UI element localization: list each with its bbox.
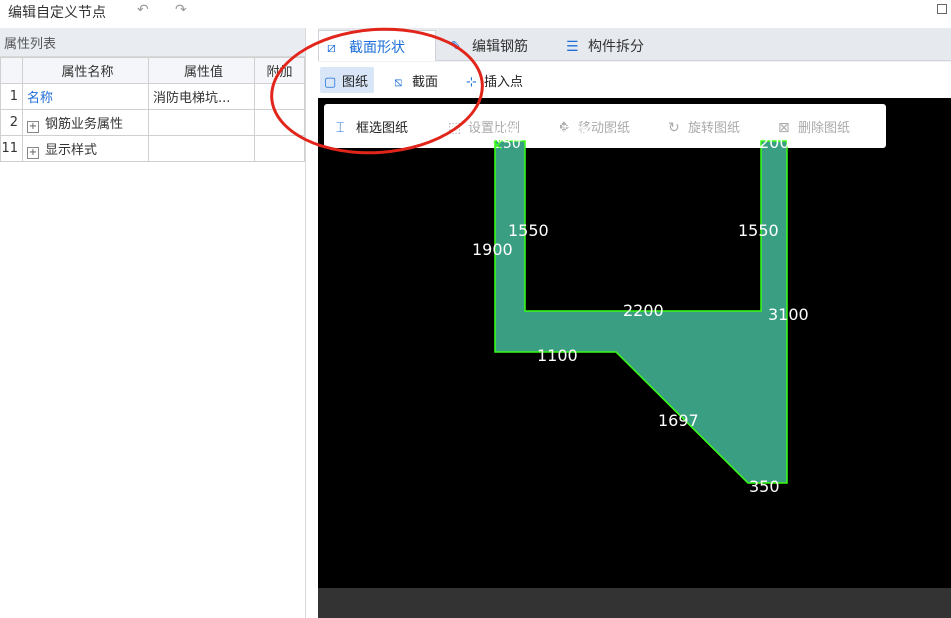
expand-icon[interactable]: +: [27, 120, 39, 133]
canvas-status-strip: [318, 588, 951, 618]
property-value[interactable]: 消防电梯坑...: [148, 83, 255, 110]
property-name: 钢筋业务属性: [45, 116, 124, 132]
section-drawing: (插入点标高: -4.25) 250 200 1550 1900 1550 22…: [472, 124, 809, 496]
tab-label: 构件拆分: [588, 39, 644, 55]
dim-right-inner-height: 1550: [738, 221, 779, 240]
property-value[interactable]: [148, 135, 255, 162]
row-number: 11: [0, 135, 23, 162]
tab-component-split[interactable]: ☰ 构件拆分: [558, 30, 674, 61]
tab-label: 编辑钢筋: [472, 39, 528, 55]
insert-point-marker-icon: ✕: [492, 139, 503, 154]
dim-slope-length: 1697: [658, 411, 699, 430]
component-split-icon: ☰: [566, 39, 579, 55]
window-title: 编辑自定义节点: [8, 5, 106, 21]
property-name-cell[interactable]: + 钢筋业务属性: [22, 109, 149, 136]
property-panel-header: 属性列表: [0, 28, 305, 57]
insert-point-label: 插入点: [484, 75, 524, 90]
maximize-icon[interactable]: [937, 4, 947, 14]
row-number-header: [0, 57, 23, 84]
expand-icon[interactable]: +: [27, 146, 39, 159]
row-number: 1: [0, 83, 23, 110]
property-name[interactable]: 名称: [22, 83, 149, 110]
dim-bottom-width: 350: [749, 477, 780, 496]
row-number: 2: [0, 109, 23, 136]
dim-top-right-width: 200: [759, 133, 790, 152]
dim-left-inner-height: 1550: [508, 221, 549, 240]
drawing-canvas[interactable]: ⌶ 框选图纸 ⬚ 设置比例 ✥ 移动图纸 ↻ 旋转图纸 ⊠ 删除图纸 (插入点标高: -4…: [318, 98, 951, 588]
property-table: 属性名称 属性值 附加 1 名称 消防电梯坑... 2 + 钢筋业务属性 11 +…: [0, 57, 305, 162]
table-row[interactable]: 11 + 显示样式: [0, 135, 305, 162]
table-header-row: 属性名称 属性值 附加: [0, 57, 305, 84]
table-row[interactable]: 1 名称 消防电梯坑...: [0, 83, 305, 110]
column-header-value: 属性值: [148, 57, 255, 84]
undo-icon[interactable]: ↶: [137, 2, 149, 18]
table-row[interactable]: 2 + 钢筋业务属性: [0, 109, 305, 136]
dim-inner-width: 2200: [623, 301, 664, 320]
property-extra[interactable]: [254, 135, 305, 162]
property-value[interactable]: [148, 109, 255, 136]
column-header-name: 属性名称: [22, 57, 149, 84]
property-panel: 属性列表 属性名称 属性值 附加 1 名称 消防电梯坑... 2 + 钢筋业务属性…: [0, 28, 306, 618]
title-bar: 编辑自定义节点 ↶ ↷: [0, 0, 951, 28]
property-name-cell[interactable]: + 显示样式: [22, 135, 149, 162]
dim-right-outer-height: 3100: [768, 305, 809, 324]
redo-icon[interactable]: ↷: [175, 2, 187, 18]
dim-left-outer-height: 1900: [472, 240, 513, 259]
dim-bottom-left-width: 1100: [537, 346, 578, 365]
property-name: 显示样式: [45, 142, 98, 158]
